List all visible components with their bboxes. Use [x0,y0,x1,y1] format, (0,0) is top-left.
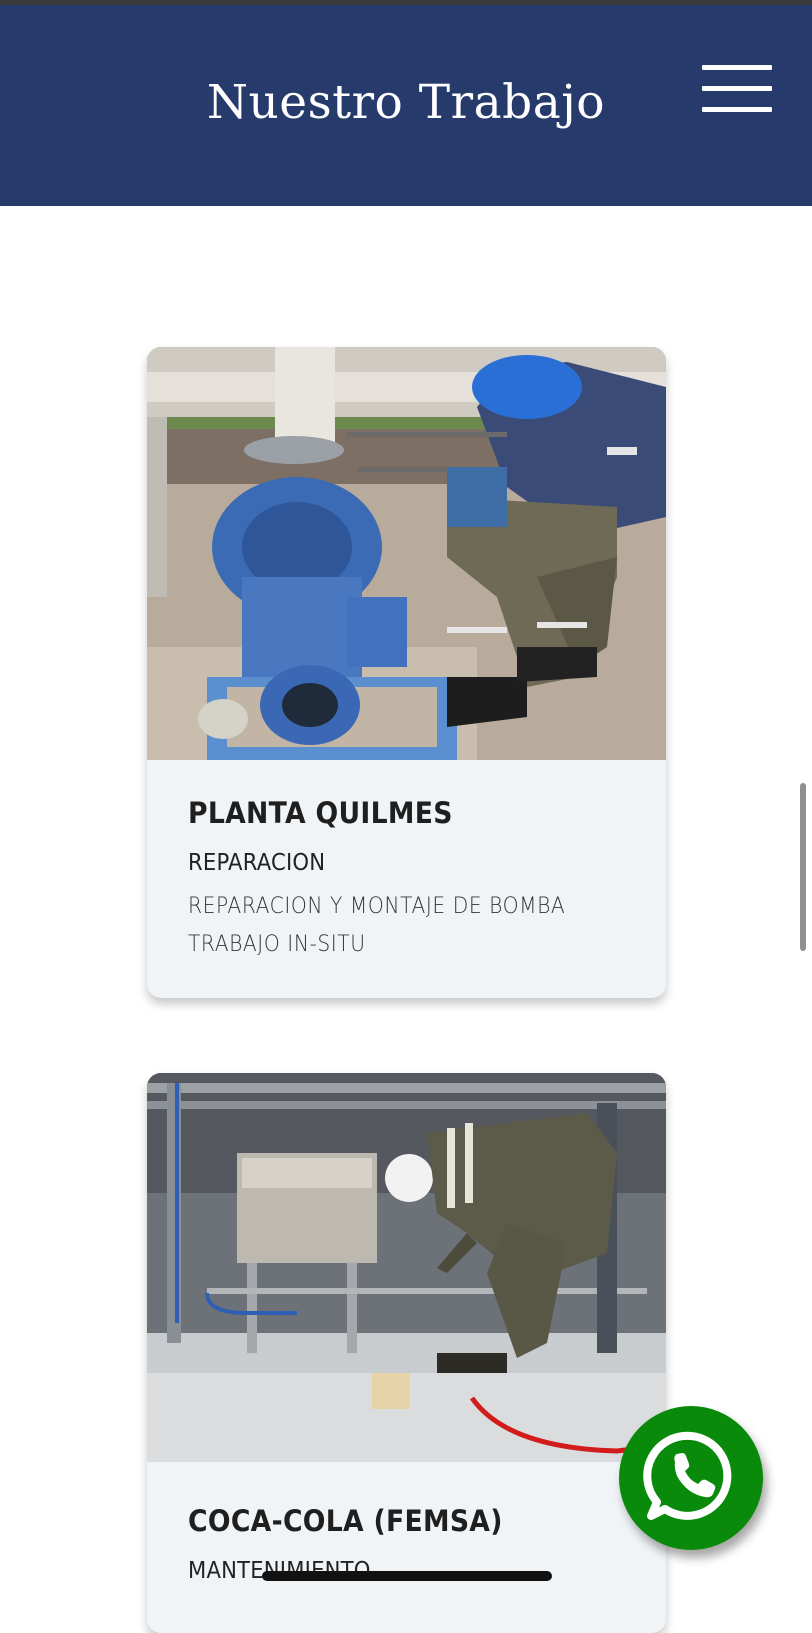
home-indicator [262,1571,552,1581]
project-card[interactable]: COCA-COLA (FEMSA) MANTENIMIENTO [147,1073,666,1633]
card-description-line: TRABAJO IN-SITU [188,932,366,957]
project-card[interactable]: PLANTA QUILMES REPARACION REPARACION Y M… [147,347,666,998]
page-header: Nuestro Trabajo [0,5,812,206]
card-description-line: REPARACION Y MONTAJE DE BOMBA [188,894,566,919]
card-body: PLANTA QUILMES REPARACION REPARACION Y M… [188,796,636,964]
card-category: REPARACION [188,850,326,876]
project-photo-maintenance [147,1073,666,1462]
project-photo-pump-repair [147,347,666,760]
scrollbar[interactable] [800,783,806,951]
card-title: PLANTA QUILMES [188,796,453,830]
whatsapp-button[interactable] [619,1406,763,1550]
card-description: REPARACION Y MONTAJE DE BOMBA TRABAJO IN… [188,888,600,964]
card-title: COCA-COLA (FEMSA) [188,1504,503,1538]
whatsapp-icon [643,1431,732,1520]
hamburger-menu-icon[interactable] [700,61,774,117]
page-title: Nuestro Trabajo [206,75,606,130]
